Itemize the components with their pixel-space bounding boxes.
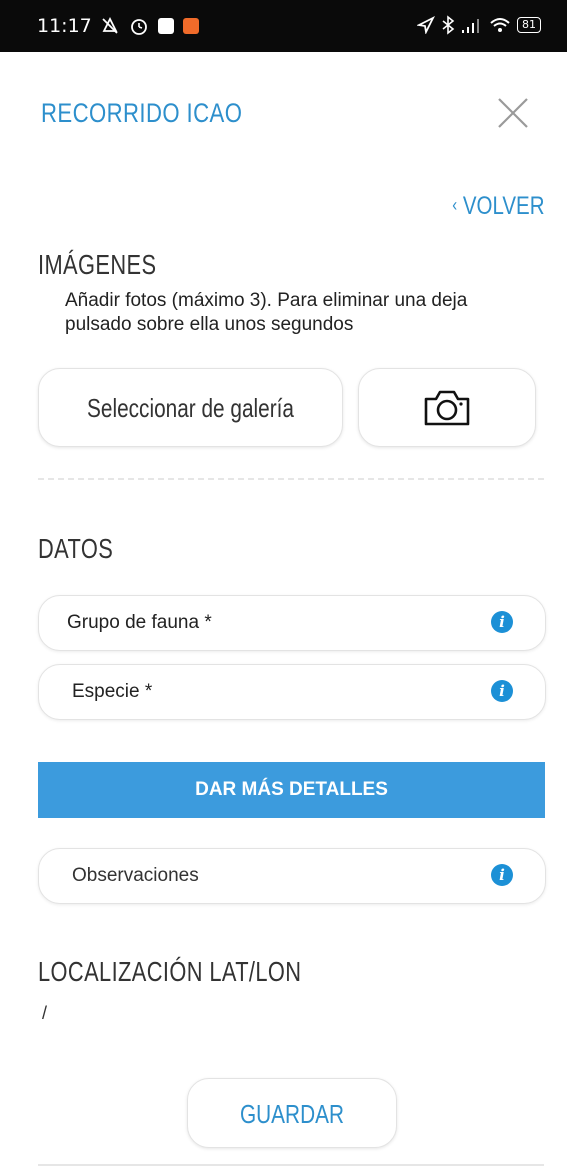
observations-field[interactable]: Observaciones i [38,848,546,904]
camera-icon [424,390,470,426]
signal-icon [462,19,479,33]
alarm-icon [131,19,147,35]
bottom-divider [38,1164,544,1166]
status-bar: 11:17 81 [0,0,567,52]
bluetooth-icon [442,15,455,35]
chevron-left-icon: ‹ [452,195,458,215]
camera-button[interactable] [358,368,536,447]
location-value: / [42,1003,48,1023]
battery-icon: 81 [517,17,541,33]
app-orange-icon [183,18,199,34]
info-icon[interactable]: i [491,864,513,886]
select-gallery-label: Seleccionar de galería [87,393,294,423]
fauna-group-label: Grupo de fauna * [67,612,212,633]
fauna-group-field[interactable]: Grupo de fauna * i [38,595,546,651]
wifi-icon [490,18,510,32]
species-field[interactable]: Especie * i [38,664,546,720]
location-arrow-icon [417,16,435,34]
back-label: VOLVER [463,192,545,220]
save-label: GUARDAR [239,1099,344,1129]
close-icon[interactable] [496,96,530,130]
status-time: 11:17 [37,15,92,37]
location-section-title: LOCALIZACIÓN LAT/LON [38,956,302,987]
app-square-icon [158,18,174,34]
info-icon[interactable]: i [491,611,513,633]
images-helper-text: Añadir fotos (máximo 3). Para eliminar u… [65,290,468,335]
back-button[interactable]: ‹ VOLVER [453,192,545,221]
alarm-off-icon [102,16,118,34]
data-section-title: DATOS [38,533,114,564]
save-button[interactable]: GUARDAR [187,1078,397,1148]
info-icon[interactable]: i [491,680,513,702]
image-slots-divider [38,478,544,480]
species-label: Especie * [72,681,153,702]
observations-label: Observaciones [72,865,199,886]
status-right-icons: 81 [417,15,541,35]
select-gallery-button[interactable]: Seleccionar de galería [38,368,343,447]
page-title: RECORRIDO ICAO [41,98,243,128]
more-details-button[interactable]: DAR MÁS DETALLES [38,762,545,818]
images-section-title: IMÁGENES [38,249,157,280]
status-left-icons [100,16,199,36]
